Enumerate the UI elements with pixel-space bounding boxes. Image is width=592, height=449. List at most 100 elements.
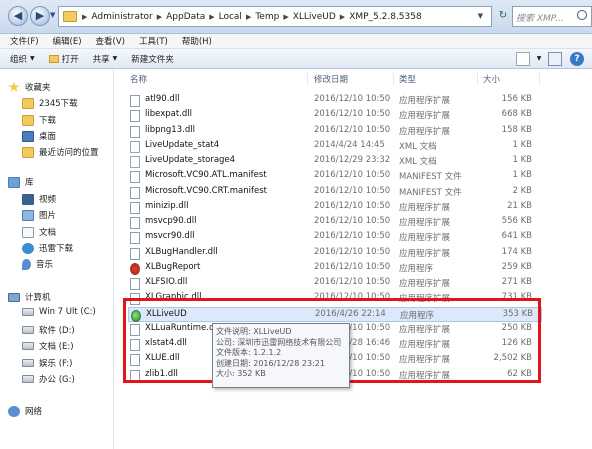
menu-tools[interactable]: 工具(T) xyxy=(139,35,168,47)
drive-icon xyxy=(22,308,34,316)
column-header-name[interactable]: 名称 xyxy=(130,73,147,85)
breadcrumb-xlliveud[interactable]: XLLiveUD xyxy=(293,12,336,22)
nav-item-music[interactable]: 音乐 xyxy=(22,258,53,270)
new-folder-label: 新建文件夹 xyxy=(131,54,174,65)
breadcrumb-local[interactable]: Local xyxy=(219,12,242,22)
file-row[interactable]: XLBugReport 2016/12/10 10:50 应用程序 259 KB xyxy=(128,261,542,276)
nav-item-videos[interactable]: 视频 xyxy=(22,193,56,205)
file-name: Microsoft.VC90.ATL.manifest xyxy=(145,170,267,181)
nav-item-label: 迅雷下载 xyxy=(39,244,74,254)
column-header-type[interactable]: 类型 xyxy=(399,73,416,85)
file-row[interactable]: Microsoft.VC90.ATL.manifest 2016/12/10 10… xyxy=(128,169,542,184)
file-icon xyxy=(130,232,140,245)
file-icon xyxy=(130,186,140,199)
nav-network[interactable]: 网络 xyxy=(8,405,42,417)
address-dropdown-icon[interactable]: ▼ xyxy=(478,12,483,20)
refresh-icon[interactable]: ↻ xyxy=(495,6,511,27)
open-button[interactable]: 打开 xyxy=(48,53,79,65)
download-icon xyxy=(22,242,34,254)
forward-button[interactable]: ▶ xyxy=(30,6,50,26)
help-button[interactable]: ? xyxy=(570,52,584,66)
column-header-date[interactable]: 修改日期 xyxy=(314,73,348,85)
column-divider[interactable] xyxy=(539,73,540,85)
xml-file-icon xyxy=(130,140,140,153)
nav-item-desktop[interactable]: 桌面 xyxy=(22,130,56,142)
nav-item-label: 图片 xyxy=(39,211,57,221)
nav-favorites[interactable]: 收藏夹 xyxy=(8,81,51,93)
nav-item-2345-downloads[interactable]: 2345下载 xyxy=(22,97,78,109)
chevron-right-icon: ▶ xyxy=(283,12,289,21)
file-row[interactable]: LiveUpdate_storage4 2016/12/29 23:32 XML 文… xyxy=(128,154,542,169)
nav-item-thunder-downloads[interactable]: 迅雷下载 xyxy=(22,242,73,254)
nav-drive-g[interactable]: 办公 (G:) xyxy=(22,373,75,385)
file-name: atl90.dll xyxy=(145,94,180,104)
file-row[interactable]: Microsoft.VC90.CRT.manifest 2016/12/10 10… xyxy=(128,185,542,200)
file-list: 名称 修改日期 类型 大小 atl90.dll 2016/12/10 10:50 应… xyxy=(115,69,592,449)
nav-drive-d[interactable]: 软件 (D:) xyxy=(22,324,75,336)
view-options-dropdown[interactable]: ▼ xyxy=(532,52,546,66)
nav-computer[interactable]: 计算机 xyxy=(8,291,51,303)
file-row[interactable]: LiveUpdate_stat4 2014/4/24 14:45 XML 文档 1 K… xyxy=(128,139,542,154)
file-row[interactable]: msvcp90.dll 2016/12/10 10:50 应用程序扩展 556 KB xyxy=(128,215,542,230)
file-icon xyxy=(130,171,140,184)
file-icon xyxy=(130,201,140,214)
menu-file[interactable]: 文件(F) xyxy=(10,35,39,47)
file-row[interactable]: atl90.dll 2016/12/10 10:50 应用程序扩展 156 KB xyxy=(128,93,542,108)
nav-item-documents[interactable]: 文档 xyxy=(22,226,56,238)
file-size: 158 KB xyxy=(501,124,532,135)
nav-item-pictures[interactable]: 图片 xyxy=(22,209,56,221)
new-folder-button[interactable]: 新建文件夹 xyxy=(131,53,174,65)
recent-pages-dropdown[interactable]: ▼ xyxy=(50,11,58,19)
file-date: 2014/4/24 14:45 xyxy=(314,139,385,150)
file-type: 应用程序 xyxy=(399,263,434,274)
file-type: 应用程序扩展 xyxy=(399,279,451,289)
column-divider[interactable] xyxy=(393,73,394,85)
address-box[interactable]: ▶ Administrator ▶ AppData ▶ Local ▶ Temp… xyxy=(58,6,492,27)
tooltip-created: 创建日期: 2016/12/28 23:21 xyxy=(216,358,325,368)
file-info-tooltip: 文件说明: XLLiveUD 公司: 深圳市迅雷网络技术有限公司 文件版本: 1… xyxy=(212,323,350,388)
file-size: 2 KB xyxy=(512,185,532,196)
menu-edit[interactable]: 编辑(E) xyxy=(53,35,82,47)
nav-drive-f[interactable]: 娱乐 (F:) xyxy=(22,357,72,369)
tooltip-version: 文件版本: 1.2.1.2 xyxy=(216,348,282,357)
share-button[interactable]: 共享 ▼ xyxy=(93,53,118,65)
file-row[interactable]: XLFSIO.dll 2016/12/10 10:50 应用程序扩展 271 KB xyxy=(128,276,542,291)
file-size: 174 KB xyxy=(501,246,532,257)
file-icon xyxy=(130,217,140,229)
file-row[interactable]: libexpat.dll 2016/12/10 10:50 应用程序扩展 668 KB xyxy=(128,108,542,123)
nav-item-recent-places[interactable]: 最近访问的位置 xyxy=(22,146,99,158)
star-icon xyxy=(8,81,20,92)
nav-drive-c[interactable]: Win 7 Ult (C:) xyxy=(22,307,96,317)
breadcrumb-temp[interactable]: Temp xyxy=(255,12,279,22)
column-divider[interactable] xyxy=(307,73,308,85)
search-input[interactable]: 搜索 XMP... xyxy=(512,6,592,27)
tooltip-description: 文件说明: XLLiveUD xyxy=(216,327,292,336)
column-header-size[interactable]: 大小 xyxy=(483,73,500,85)
navigation-pane: 收藏夹 2345下载 下载 桌面 最近访问的位置 库 视频 图片 文档 迅雷下载… xyxy=(0,69,114,449)
menu-help[interactable]: 帮助(H) xyxy=(182,35,212,47)
recent-places-icon xyxy=(22,146,34,158)
file-row[interactable]: minizip.dll 2016/12/10 10:50 应用程序扩展 21 KB xyxy=(128,200,542,215)
file-date: 2016/12/10 10:50 xyxy=(314,277,391,287)
back-button[interactable]: ◀ xyxy=(8,6,28,26)
file-size: 259 KB xyxy=(501,261,532,272)
nav-drive-e[interactable]: 文档 (E:) xyxy=(22,340,74,352)
menu-view[interactable]: 查看(V) xyxy=(96,35,125,47)
nav-libraries[interactable]: 库 xyxy=(8,176,34,188)
breadcrumb-xmp[interactable]: XMP_5.2.8.5358 xyxy=(349,12,422,22)
file-name: LiveUpdate_stat4 xyxy=(145,139,220,150)
nav-item-label: 音乐 xyxy=(36,260,54,270)
file-name: minizip.dll xyxy=(145,200,189,211)
preview-pane-button[interactable] xyxy=(548,52,562,66)
file-row[interactable]: libpng13.dll 2016/12/10 10:50 应用程序扩展 158 KB xyxy=(128,124,542,139)
nav-item-downloads[interactable]: 下载 xyxy=(22,114,56,126)
breadcrumb-administrator[interactable]: Administrator xyxy=(91,12,152,22)
file-row[interactable]: XLBugHandler.dll 2016/12/10 10:50 应用程序扩展 17… xyxy=(128,246,542,261)
organize-button[interactable]: 组织 ▼ xyxy=(10,53,35,65)
file-row[interactable]: msvcr90.dll 2016/12/10 10:50 应用程序扩展 641 KB xyxy=(128,230,542,245)
breadcrumb-appdata[interactable]: AppData xyxy=(166,12,205,22)
file-date: 2016/12/10 10:50 xyxy=(314,246,391,257)
column-divider[interactable] xyxy=(477,73,478,85)
change-view-button[interactable] xyxy=(516,52,530,66)
file-type: 应用程序扩展 xyxy=(399,96,451,106)
